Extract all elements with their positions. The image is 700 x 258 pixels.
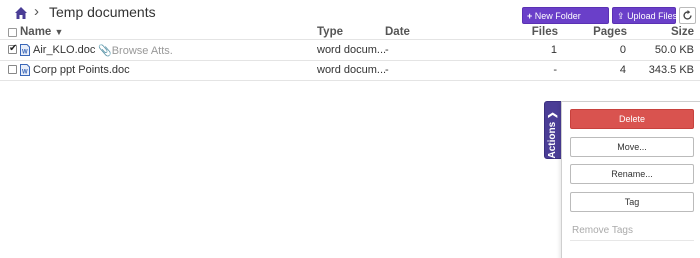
file-pages: 0 [619,44,626,56]
svg-text:W: W [22,50,28,56]
file-size: 343.5 KB [648,64,694,76]
chevron-right-icon: ❯ [547,111,557,120]
word-document-icon: W [20,44,30,56]
move-button[interactable]: Move... [570,137,694,157]
new-folder-label: New Folder [534,11,581,21]
file-type: word docum... [317,44,387,56]
table-row[interactable]: W Corp ppt Points.doc word docum... - - … [0,60,700,80]
file-date: - [385,64,389,76]
divider [570,240,694,241]
file-date: - [385,44,389,56]
home-icon[interactable] [14,6,28,20]
file-files-count: - [553,64,557,76]
word-document-icon: W [20,64,30,76]
svg-text:W: W [22,70,28,76]
row-checkbox[interactable] [8,65,17,74]
column-header-date[interactable]: Date [385,26,410,40]
tag-button[interactable]: Tag [570,192,694,212]
column-header-pages[interactable]: Pages [570,26,627,40]
table-row[interactable]: ✔ W Air_KLO.doc 📎Browse Atts. word docum… [0,40,700,60]
upload-icon: ⇪ [617,11,625,21]
divider [0,80,700,81]
column-header-files[interactable]: Files [500,26,558,40]
paperclip-icon: 📎 [98,45,112,57]
column-header-type[interactable]: Type [317,26,343,40]
column-header-size[interactable]: Size [640,26,694,40]
delete-button[interactable]: Delete [570,109,694,129]
file-size: 50.0 KB [654,44,694,56]
upload-files-button[interactable]: ⇪ Upload Files [612,7,678,24]
chevron-down-icon: ▼ [54,27,64,37]
page-title: Temp documents [49,4,156,20]
new-folder-button[interactable]: + New Folder [522,7,609,24]
refresh-icon [683,10,692,20]
remove-tags-button[interactable]: Remove Tags [572,225,633,236]
checkmark-icon: ✔ [9,43,18,54]
column-header-name[interactable]: Name ▼ [20,26,63,40]
actions-tab[interactable]: Actions ❯ [544,101,562,159]
file-type: word docum... [317,64,387,76]
file-pages: 4 [619,64,626,76]
plus-icon: + [527,11,533,21]
upload-files-label: Upload Files [627,11,678,21]
file-files-count: 1 [550,44,557,56]
select-all-checkbox[interactable] [8,28,17,37]
browse-attachments-link[interactable]: 📎Browse Atts. [98,44,173,57]
file-name[interactable]: Air_KLO.doc [33,44,95,56]
row-checkbox[interactable]: ✔ [8,43,18,54]
actions-panel: Delete Move... Rename... Tag Remove Tags [561,101,700,258]
rename-button[interactable]: Rename... [570,164,694,184]
file-name[interactable]: Corp ppt Points.doc [33,64,130,76]
refresh-button[interactable] [679,7,696,24]
chevron-right-icon: › [34,3,39,20]
